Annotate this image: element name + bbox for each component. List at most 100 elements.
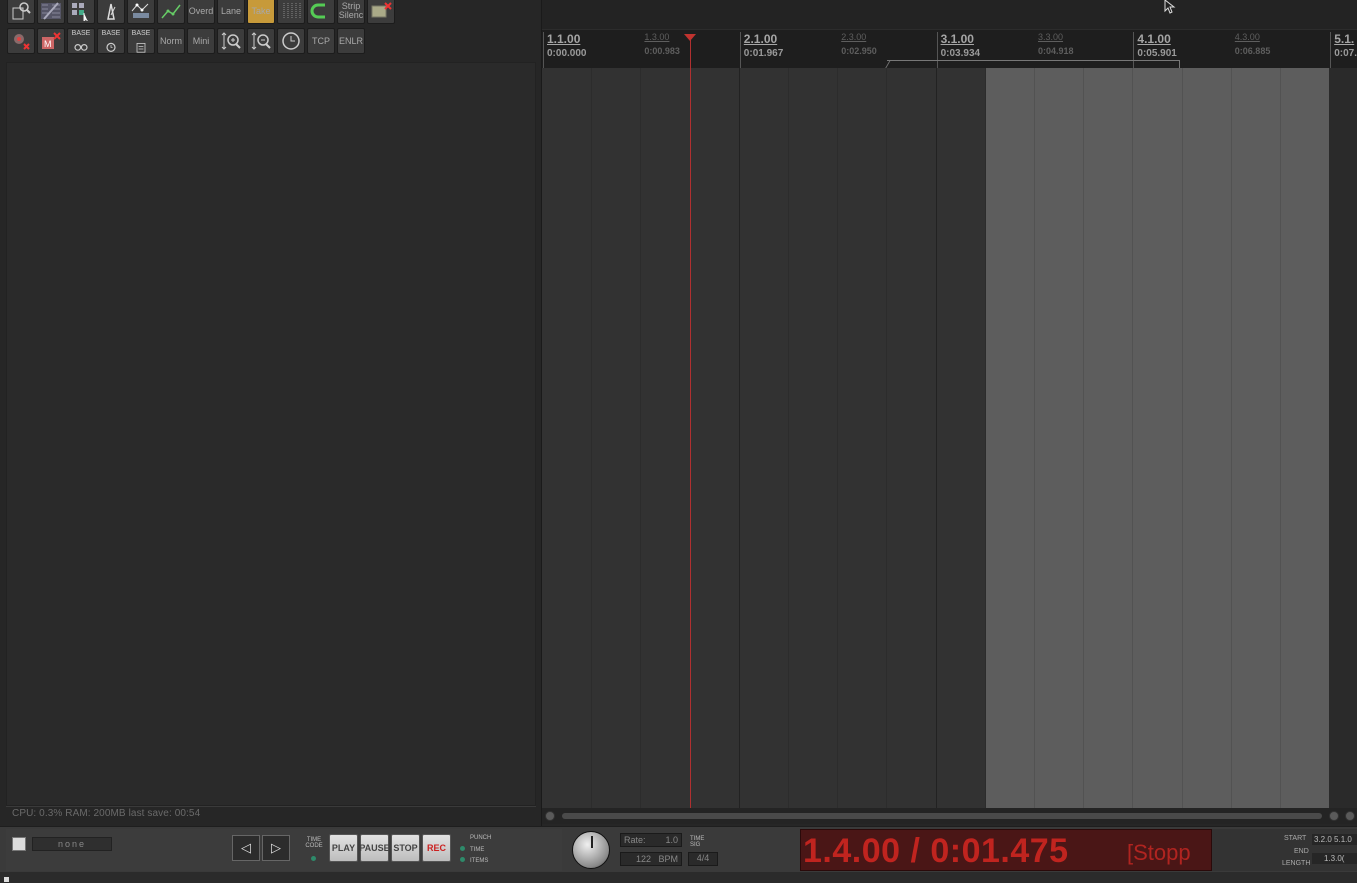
mini-button-label: Mini	[192, 35, 210, 46]
scroll-left-icon[interactable]	[545, 811, 555, 821]
arrange-right-edge	[1329, 68, 1357, 808]
sel-length-label: LENGTH	[1282, 860, 1311, 867]
timesig-label: TIME SIG	[690, 836, 705, 848]
base-page-icon[interactable]: BASE	[127, 28, 155, 54]
bpm-display[interactable]: 122 BPM	[620, 852, 682, 866]
stop-button[interactable]: STOP	[391, 834, 420, 862]
grid-snap-icon[interactable]	[67, 0, 95, 24]
sel-end-label: END	[1294, 848, 1309, 855]
zoom-in-vertical-icon[interactable]	[217, 28, 245, 54]
lane-button[interactable]: Lane	[217, 0, 245, 24]
open-project-icon[interactable]	[7, 0, 35, 24]
strip-silence-button[interactable]: Strip Silenc	[337, 0, 365, 24]
automation-icon[interactable]	[157, 0, 185, 24]
loop-icon[interactable]	[307, 0, 335, 24]
loop-region-bracket[interactable]	[887, 60, 1180, 69]
previous-button[interactable]: ◁	[232, 835, 260, 861]
loop-icon	[310, 3, 325, 19]
envelope-points-icon[interactable]	[127, 0, 155, 24]
next-button[interactable]: ▷	[262, 835, 290, 861]
tcp-button-label: TCP	[312, 35, 330, 46]
ruler-bar-marker: 2.1.00 0:01.967	[739, 32, 783, 68]
mute-clear-icon: M	[42, 32, 61, 49]
master-toggle[interactable]	[12, 837, 26, 851]
enlr-button[interactable]: ENLR	[337, 28, 365, 54]
grid-line	[591, 68, 592, 808]
grid-line	[640, 68, 641, 808]
sel-start-end-value[interactable]: 3.2.0 5.1.0	[1312, 834, 1357, 845]
ruler-time-label: 0:07.	[1334, 48, 1357, 59]
master-selector[interactable]: none	[12, 833, 112, 855]
sel-length-value[interactable]: 1.3.0(	[1312, 853, 1357, 864]
ruler-bar-label: 2.3.00	[841, 32, 867, 42]
pause-button[interactable]: PAUSE	[359, 834, 390, 862]
ripple-edit-icon[interactable]	[37, 0, 65, 24]
base-tape-icon[interactable]: BASE	[67, 28, 95, 54]
time-position-text: 1.4.00 / 0:01.475	[803, 832, 1069, 870]
punch-time-led-icon[interactable]	[460, 846, 465, 851]
track-list-divider	[6, 806, 536, 807]
clock-icon[interactable]	[277, 28, 305, 54]
record-arm-off-icon[interactable]	[7, 28, 35, 54]
zoom-in-vertical-icon	[221, 32, 241, 50]
base-label: BASE	[131, 29, 151, 37]
enlr-button-label: ENLR	[338, 35, 363, 46]
grid-line	[1280, 68, 1281, 808]
overdub-button[interactable]: Overd	[187, 0, 215, 24]
mute-clear-icon[interactable]: M	[37, 28, 65, 54]
metronome-icon	[107, 3, 116, 20]
record-button[interactable]: REC	[422, 834, 451, 862]
ruler-beat-marker: 1.3.00 0:00.983	[641, 32, 680, 68]
ruler-region-lane[interactable]	[542, 0, 1357, 30]
grid-line	[1083, 68, 1084, 808]
playhead-marker-icon[interactable]	[684, 34, 696, 41]
grid-lines-icon[interactable]	[277, 0, 305, 24]
bpm-label: BPM	[658, 854, 678, 864]
ruler-time-label: 0:04.918	[1038, 46, 1074, 56]
zoom-in-horizontal-icon[interactable]	[1345, 811, 1355, 821]
base-clock-icon[interactable]: BASE	[97, 28, 125, 54]
grid-line	[739, 68, 740, 808]
status-indicator-icon	[4, 877, 9, 882]
metronome-icon[interactable]	[97, 0, 125, 24]
take-button-label: Take	[251, 5, 271, 16]
play-button[interactable]: PLAY	[329, 834, 358, 862]
envelope-points-icon	[131, 3, 149, 18]
arrange-view[interactable]	[542, 68, 1357, 808]
record-arm-off-icon	[14, 34, 30, 50]
horizontal-scrollbar[interactable]	[542, 808, 1357, 824]
ruler-bar-label: 3.1.00	[940, 32, 974, 46]
punch-time-label: TIME	[470, 847, 485, 853]
zoom-out-horizontal-icon[interactable]	[1329, 811, 1339, 821]
grid-line	[788, 68, 789, 808]
norm-button[interactable]: Norm	[157, 28, 185, 54]
ruler-time-label: 0:03.934	[940, 48, 981, 59]
grid-line	[1034, 68, 1035, 808]
time-position-display[interactable]: 1.4.00 / 0:01.475 [Stopp	[800, 829, 1212, 871]
track-control-panel: Overd Lane Take Strip Silenc M BASE BASE BASE N…	[0, 0, 542, 826]
timecode-label: TIME CODE	[305, 837, 323, 849]
rate-display[interactable]: Rate: 1.0	[620, 833, 682, 847]
base-label: BASE	[71, 29, 91, 37]
performance-status-text: CPU: 0.3% RAM: 200MB last save: 00:54	[12, 808, 201, 819]
ruler-time-label: 0:06.885	[1234, 46, 1271, 56]
punch-label: PUNCH	[470, 835, 492, 841]
remove-item-icon[interactable]	[367, 0, 395, 24]
timecode-led-icon[interactable]	[311, 856, 316, 861]
svg-text:M: M	[44, 39, 52, 49]
tcp-button[interactable]: TCP	[307, 28, 335, 54]
mini-button[interactable]: Mini	[187, 28, 215, 54]
ruler-bar-label: 5.1.	[1334, 32, 1355, 46]
scrollbar-thumb[interactable]	[562, 813, 1322, 819]
track-list-area[interactable]	[6, 62, 536, 806]
reaper-main-window: Overd Lane Take Strip Silenc M BASE BASE BASE N…	[0, 0, 1357, 883]
take-button[interactable]: Take	[247, 0, 275, 24]
master-name-field[interactable]: none	[32, 837, 112, 851]
grid-line	[1132, 68, 1133, 808]
playrate-knob[interactable]	[572, 831, 610, 869]
time-selection[interactable]	[986, 68, 1329, 808]
zoom-out-vertical-icon[interactable]	[247, 28, 275, 54]
grid-line	[1231, 68, 1232, 808]
punch-items-led-icon[interactable]	[460, 857, 465, 862]
timesig-display[interactable]: 4/4	[688, 852, 718, 866]
